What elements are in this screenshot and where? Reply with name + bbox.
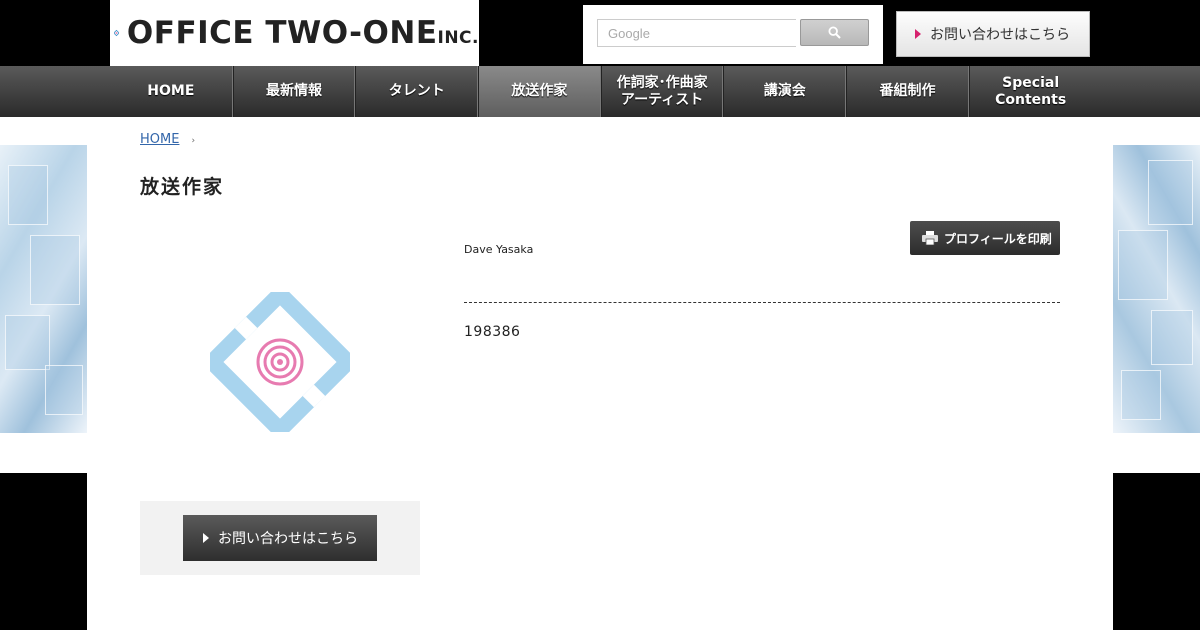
logo-text: OFFICE TWO-ONEINC.: [126, 15, 479, 51]
search-button[interactable]: [800, 19, 869, 46]
nav-item-special-contents[interactable]: Special Contents: [968, 66, 1092, 117]
search-icon: [828, 26, 841, 39]
contact-button-label: お問い合わせはこちら: [930, 27, 1070, 43]
breadcrumb-separator: ›: [191, 136, 196, 146]
portrait-placeholder-logo: [210, 292, 350, 432]
contact-button-sidebar[interactable]: お問い合わせはこちら: [183, 515, 377, 561]
page-title: 放送作家: [140, 176, 225, 198]
main-nav: HOME 最新情報 タレント 放送作家 作詞家･作曲家 アーティスト 講演会 番…: [0, 66, 1200, 117]
print-profile-label: プロフィールを印刷: [944, 231, 1052, 246]
search-box: [583, 5, 883, 64]
page: OFFICE TWO-ONEINC. お問い合わせはこちら HOME 最新情報 …: [0, 0, 1200, 630]
printer-icon: [922, 231, 938, 245]
site-logo[interactable]: OFFICE TWO-ONEINC.: [110, 0, 479, 66]
logo-mark-icon: [114, 29, 119, 37]
header: OFFICE TWO-ONEINC. お問い合わせはこちら: [0, 0, 1200, 66]
print-profile-button[interactable]: プロフィールを印刷: [910, 221, 1060, 255]
nav-item-lectures[interactable]: 講演会: [723, 66, 847, 117]
contact-button-label: お問い合わせはこちら: [218, 531, 358, 547]
breadcrumb-home-link[interactable]: HOME: [140, 132, 179, 147]
person-name: Dave Yasaka: [464, 243, 534, 256]
decorative-glass-left: [0, 145, 87, 433]
divider: [464, 302, 1060, 303]
person-id: 198386: [464, 324, 521, 340]
main-content: HOME › 放送作家 プロフィールを印刷 Dave Yasaka 198386…: [87, 117, 1113, 630]
contact-button-header[interactable]: お問い合わせはこちら: [896, 11, 1090, 57]
sidebar-contact-box: お問い合わせはこちら: [140, 501, 420, 575]
nav-item-news[interactable]: 最新情報: [232, 66, 356, 117]
nav-item-production[interactable]: 番組制作: [846, 66, 969, 117]
decorative-glass-right: [1113, 145, 1200, 433]
arrow-right-icon: [203, 533, 209, 543]
breadcrumb: HOME ›: [140, 132, 195, 147]
nav-item-talent[interactable]: タレント: [355, 66, 479, 117]
nav-item-home[interactable]: HOME: [110, 66, 233, 117]
nav-item-composers-artists[interactable]: 作詞家･作曲家 アーティスト: [600, 66, 724, 117]
nav-item-writers[interactable]: 放送作家: [478, 66, 601, 117]
arrow-right-icon: [915, 29, 921, 39]
search-input[interactable]: [597, 19, 796, 47]
